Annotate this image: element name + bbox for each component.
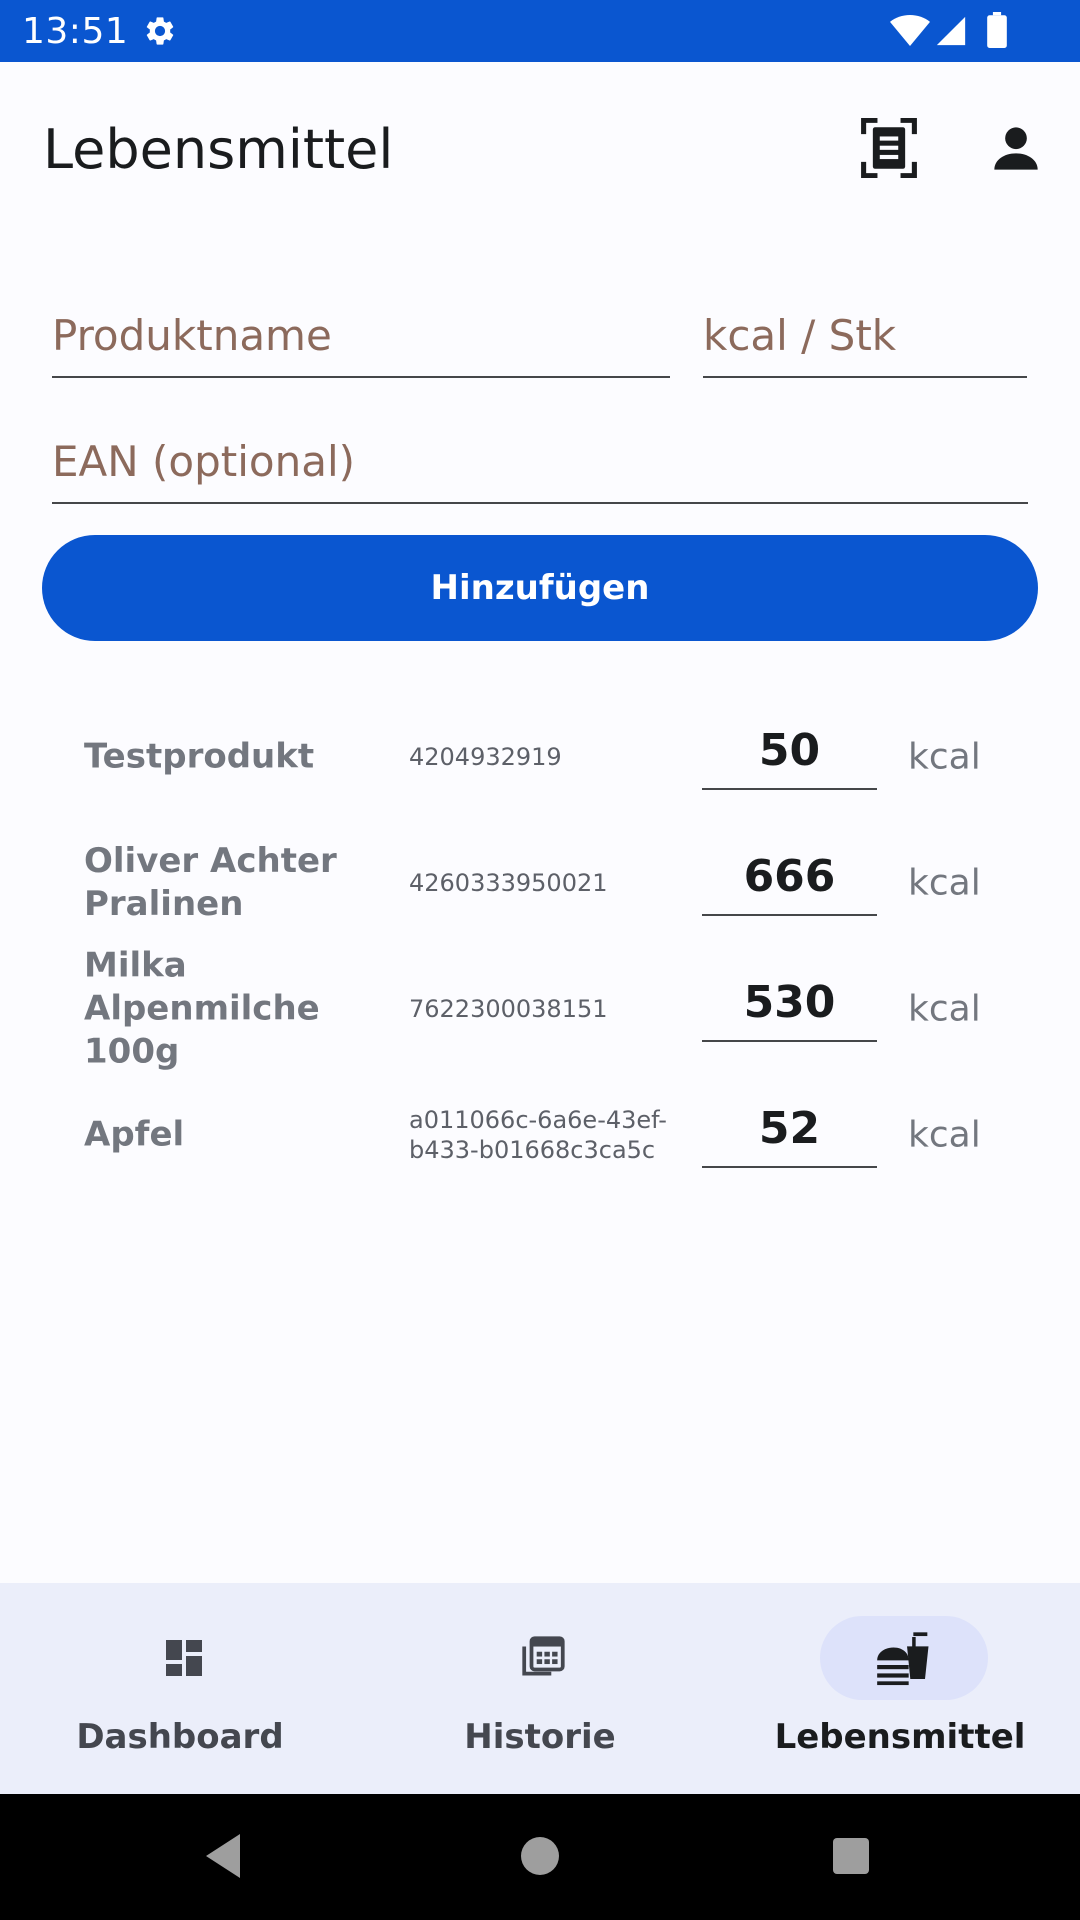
dashboard-icon (166, 1640, 202, 1676)
nav-icon-container (100, 1616, 268, 1700)
food-ean: 7622300038151 (409, 995, 608, 1023)
battery-icon (987, 12, 1007, 48)
recent-apps-icon[interactable] (830, 1832, 872, 1880)
food-name: Oliver Achter Pralinen (84, 841, 337, 924)
app-bar: Lebensmittel (0, 62, 1080, 237)
fastfood-icon (877, 1632, 929, 1686)
cell-signal-icon (936, 16, 966, 46)
account-button[interactable] (984, 116, 1048, 180)
kcal-per-piece-input[interactable] (703, 300, 1027, 378)
list-item: Apfel a011066c-6a6e-43ef-b433-b01668c3ca… (0, 1072, 1080, 1198)
food-kcal-unit: kcal (908, 736, 981, 778)
nav-item-dashboard[interactable]: Dashboard (0, 1583, 360, 1794)
nav-icon-container (460, 1616, 628, 1700)
nav-active-indicator (820, 1616, 988, 1700)
list-item: Testprodukt 4204932919 50 kcal (0, 694, 1080, 820)
system-navigation-bar (0, 1794, 1080, 1920)
nav-label-historie: Historie (464, 1717, 616, 1757)
status-time: 13:51 (22, 11, 129, 52)
food-kcal-input[interactable]: 52 (702, 1090, 877, 1168)
nav-label-lebensmittel: Lebensmittel (774, 1717, 1026, 1757)
food-kcal-input[interactable]: 530 (702, 964, 877, 1042)
bottom-navigation: Dashboard Historie Lebensmittel (0, 1583, 1080, 1794)
home-icon[interactable] (520, 1832, 560, 1880)
food-kcal-unit: kcal (908, 862, 981, 904)
food-kcal-unit: kcal (908, 988, 981, 1030)
calendar-grid-icon (522, 1636, 565, 1676)
document-scanner-icon (861, 118, 917, 178)
food-kcal-unit: kcal (908, 1114, 981, 1156)
status-bar: 13:51 (0, 0, 1080, 62)
food-kcal-input[interactable]: 50 (702, 712, 877, 790)
nav-item-lebensmittel[interactable]: Lebensmittel (720, 1583, 1080, 1794)
food-ean: 4204932919 (409, 743, 562, 771)
add-button[interactable]: Hinzufügen (42, 535, 1038, 641)
food-ean: a011066c-6a6e-43ef-b433-b01668c3ca5c (409, 1106, 667, 1164)
product-name-input[interactable] (52, 300, 670, 378)
page-title: Lebensmittel (43, 118, 394, 181)
person-icon (994, 127, 1038, 170)
list-item: Oliver Achter Pralinen 4260333950021 666… (0, 820, 1080, 946)
barcode-scan-button[interactable] (857, 116, 921, 180)
food-name: Apfel (84, 1114, 185, 1155)
nav-item-historie[interactable]: Historie (360, 1583, 720, 1794)
back-icon[interactable] (204, 1832, 244, 1880)
food-ean: 4260333950021 (409, 869, 608, 897)
list-item: Milka Alpenmilche 100g 7622300038151 530… (0, 946, 1080, 1072)
settings-gear-icon (146, 17, 174, 45)
wifi-icon (890, 15, 930, 46)
food-name: Milka Alpenmilche 100g (84, 945, 320, 1072)
food-kcal-input[interactable]: 666 (702, 838, 877, 916)
food-name: Testprodukt (84, 736, 315, 777)
ean-input[interactable] (52, 426, 1028, 504)
nav-label-dashboard: Dashboard (76, 1717, 284, 1757)
